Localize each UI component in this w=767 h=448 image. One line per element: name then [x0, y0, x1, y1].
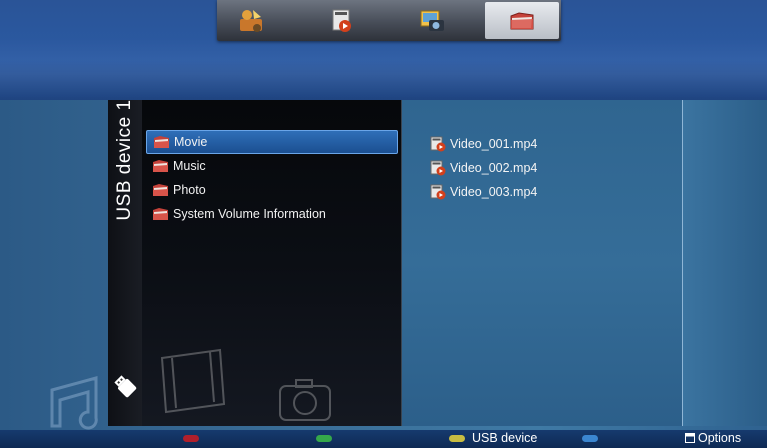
- folder-item-movie[interactable]: Movie: [146, 130, 398, 154]
- music-note-watermark-icon: [50, 376, 98, 430]
- options-label: Options: [698, 431, 742, 445]
- folder-icon: [153, 208, 168, 220]
- file-panel: Video_001.mp4 Video_002.mp4 Video_003.mp…: [402, 100, 682, 426]
- blue-key-button[interactable]: [582, 435, 598, 442]
- folder-label: Movie: [174, 135, 208, 149]
- tab-apps[interactable]: [217, 2, 285, 39]
- file-label: Video_003.mp4: [450, 185, 538, 199]
- file-label: Video_002.mp4: [450, 161, 538, 175]
- media-tab-bar: [217, 0, 561, 41]
- green-key-button[interactable]: [316, 435, 332, 442]
- folder-item-system-volume-information[interactable]: System Volume Information: [146, 202, 398, 226]
- photo-icon: [420, 10, 444, 31]
- options-button[interactable]: Options: [685, 431, 741, 445]
- folder-item-photo[interactable]: Photo: [146, 178, 398, 202]
- video-file-icon: [430, 160, 446, 176]
- file-item-video-001[interactable]: Video_001.mp4: [430, 132, 537, 156]
- yellow-key-button[interactable]: [449, 435, 465, 442]
- file-list: Video_001.mp4 Video_002.mp4 Video_003.mp…: [430, 132, 537, 204]
- folder-icon: [510, 11, 534, 29]
- device-title-label: USB device 1: [114, 99, 135, 221]
- tab-photo[interactable]: [399, 2, 467, 39]
- tab-folder[interactable]: [485, 2, 559, 39]
- video-icon: [332, 9, 351, 32]
- folder-icon: [153, 160, 168, 172]
- folder-icon: [153, 184, 168, 196]
- device-title: USB device 1: [108, 99, 142, 260]
- options-icon: [685, 433, 695, 443]
- color-key-bar: USB device Options: [0, 430, 767, 448]
- folder-label: System Volume Information: [173, 207, 326, 221]
- file-item-video-003[interactable]: Video_003.mp4: [430, 180, 537, 204]
- video-file-icon: [430, 184, 446, 200]
- folder-panel: Movie Music Photo System Volume Informat…: [142, 100, 402, 426]
- folder-label: Music: [173, 159, 206, 173]
- tab-video[interactable]: [308, 2, 376, 39]
- video-file-icon: [430, 136, 446, 152]
- red-key-button[interactable]: [183, 435, 199, 442]
- usb-stick-icon: [114, 375, 137, 398]
- folder-list: Movie Music Photo System Volume Informat…: [146, 130, 398, 226]
- folder-label: Photo: [173, 183, 206, 197]
- file-item-video-002[interactable]: Video_002.mp4: [430, 156, 537, 180]
- preview-panel: [682, 100, 767, 426]
- file-label: Video_001.mp4: [450, 137, 538, 151]
- folder-item-music[interactable]: Music: [146, 154, 398, 178]
- apps-icon: [240, 9, 262, 32]
- yellow-key-label: USB device: [472, 431, 538, 445]
- folder-icon: [154, 136, 169, 148]
